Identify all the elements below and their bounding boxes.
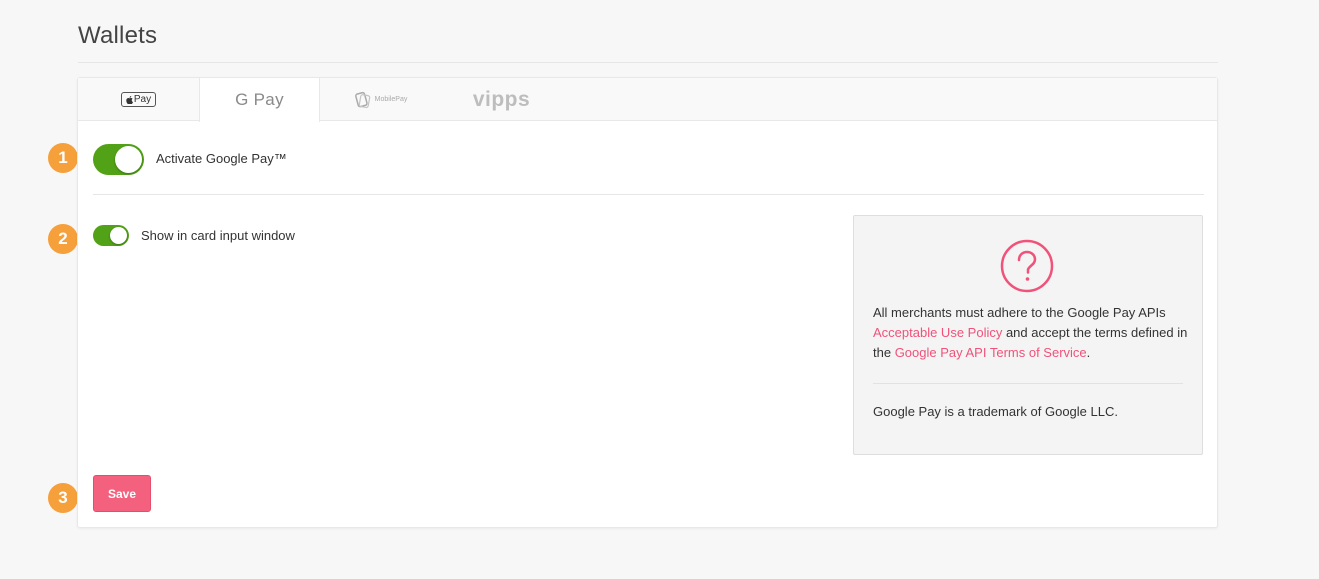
step-badge-2: 2: [48, 224, 78, 254]
activate-google-pay-label: Activate Google Pay™: [156, 151, 287, 166]
activate-google-pay-toggle[interactable]: [93, 144, 144, 175]
info-panel: All merchants must adhere to the Google …: [853, 215, 1203, 455]
show-in-card-window-label: Show in card input window: [141, 228, 295, 243]
step-badge-3: 3: [48, 483, 78, 513]
tab-mobilepay[interactable]: MobilePay: [320, 78, 441, 121]
mobilepay-icon: [354, 91, 370, 108]
section-divider: [93, 194, 1204, 195]
info-text: All merchants must adhere to the Google …: [873, 303, 1188, 363]
mobilepay-logo: MobilePay: [354, 91, 408, 109]
tab-apple-pay[interactable]: Pay: [78, 78, 199, 121]
info-divider: [873, 383, 1183, 384]
wallet-tabs: Pay G Pay MobilePay vipps: [78, 78, 1217, 122]
apple-pay-label: Pay: [133, 94, 152, 105]
save-button[interactable]: Save: [93, 475, 151, 512]
question-icon: [1000, 239, 1054, 293]
tab-vipps[interactable]: vipps: [441, 78, 562, 121]
info-text-part-3: .: [1086, 345, 1091, 360]
toggle-knob: [110, 227, 127, 244]
vipps-logo: vipps: [472, 87, 531, 111]
title-divider: [78, 62, 1218, 63]
mobilepay-label: MobilePay: [374, 96, 408, 103]
show-in-card-window-toggle[interactable]: [93, 225, 129, 246]
tab-google-pay[interactable]: G Pay: [199, 78, 320, 122]
toggle-knob: [115, 146, 142, 173]
google-pay-logo: G Pay: [235, 90, 284, 109]
info-text-part-1: All merchants must adhere to the Google …: [873, 305, 1166, 320]
step-badge-1: 1: [48, 143, 78, 173]
page-title: Wallets: [78, 22, 158, 49]
acceptable-use-policy-link[interactable]: Acceptable Use Policy: [873, 325, 1002, 340]
wallets-card: Pay G Pay MobilePay vipps Activate Googl…: [77, 77, 1218, 528]
trademark-notice: Google Pay is a trademark of Google LLC.: [873, 404, 1118, 419]
apple-pay-logo: Pay: [120, 92, 157, 107]
terms-of-service-link[interactable]: Google Pay API Terms of Service: [895, 345, 1087, 360]
apple-icon: [126, 95, 133, 104]
